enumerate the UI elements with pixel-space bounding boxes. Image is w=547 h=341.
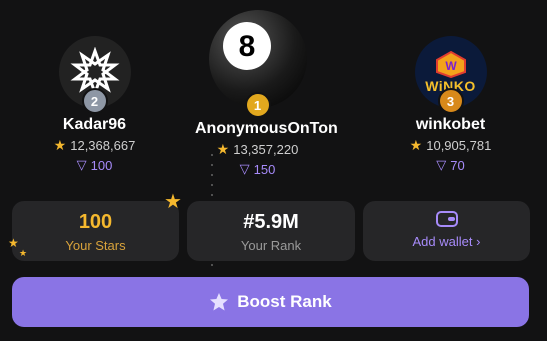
- stars-count: 13,357,220: [233, 142, 299, 157]
- add-wallet-label: Add wallet: [412, 234, 473, 249]
- star-icon: ★: [409, 137, 423, 153]
- boost-rank-button[interactable]: Boost Rank: [12, 277, 529, 327]
- sparkle-star-icon: ★: [8, 236, 19, 250]
- your-rank-card[interactable]: #5.9M Your Rank: [187, 201, 355, 261]
- winko-logo-icon: W: [435, 50, 466, 78]
- ton-icon: ▽: [239, 161, 250, 176]
- wallet-icon: [435, 211, 458, 227]
- player-name: Kadar96: [62, 116, 127, 133]
- rank-label: Your Rank: [240, 238, 302, 253]
- boost-rank-label: Boost Rank: [237, 292, 332, 311]
- ton-count: 100: [90, 157, 113, 173]
- star-icon: ★: [216, 141, 230, 157]
- star-icon: ★: [53, 137, 67, 153]
- podium-second[interactable]: 2 Kadar96 ★ 12,368,667 ▽ 100: [22, 36, 167, 173]
- add-wallet-card[interactable]: Add wallet ›: [363, 201, 530, 261]
- stars-label: Your Stars: [65, 238, 126, 253]
- stars-count: 12,368,667: [70, 138, 136, 153]
- svg-text:W: W: [445, 59, 457, 73]
- sparkle-star-icon: ★: [19, 248, 28, 258]
- stars-total: ★ 10,905,781: [378, 137, 523, 154]
- your-stars-card[interactable]: 100 Your Stars: [12, 201, 179, 261]
- player-name: AnonymousOnTon: [195, 120, 338, 137]
- chevron-right-icon: ›: [476, 234, 481, 249]
- rank-badge: 3: [437, 88, 464, 114]
- ton-count: 70: [450, 157, 465, 173]
- rank-badge: 2: [81, 88, 108, 114]
- rank-value: #5.9M: [243, 211, 299, 233]
- ton-icon: ▽: [76, 157, 87, 172]
- podium-third[interactable]: W WiNKO 3 winkobet ★ 10,905,781 ▽ 70: [378, 36, 523, 173]
- ton-total: ▽ 100: [22, 157, 167, 173]
- stars-total: ★ 13,357,220: [195, 141, 320, 158]
- add-wallet-link[interactable]: Add wallet ›: [363, 234, 530, 249]
- ton-count: 150: [253, 161, 276, 177]
- stars-count: 10,905,781: [426, 138, 492, 153]
- stars-value: 100: [78, 211, 113, 233]
- svg-text:8: 8: [238, 30, 255, 63]
- player-name: winkobet: [415, 116, 486, 133]
- ton-total: ▽ 70: [378, 157, 523, 173]
- ton-icon: ▽: [436, 157, 447, 172]
- sparkle-star-icon: ★: [164, 191, 182, 213]
- rank-badge: 1: [244, 92, 271, 118]
- podium-first[interactable]: 8 1 AnonymousOnTon ★ 13,357,220 ▽ 150: [195, 10, 338, 177]
- stars-total: ★ 12,368,667: [22, 137, 167, 154]
- star-icon: [210, 293, 229, 311]
- ton-total: ▽ 150: [195, 161, 320, 177]
